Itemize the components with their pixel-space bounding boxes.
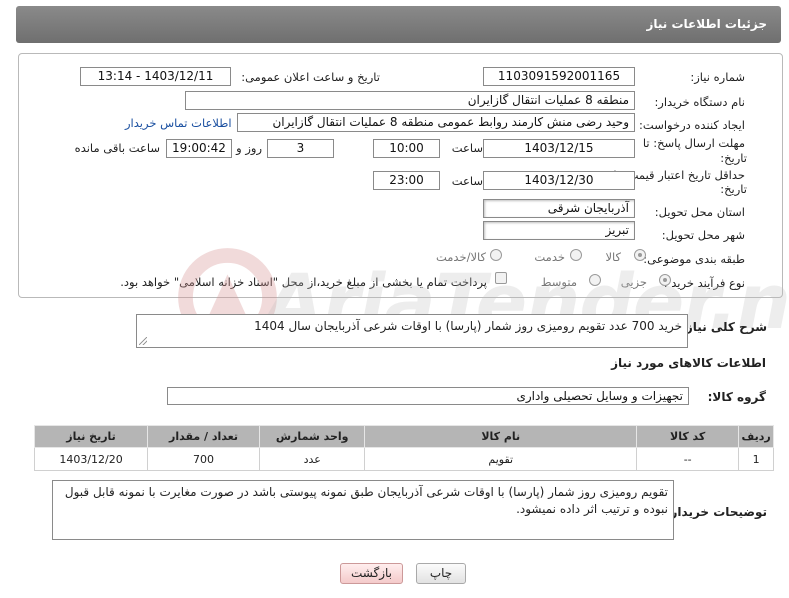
summary-textarea[interactable]: خرید 700 عدد تقویم رومیزی روز شمار (پارس… [136,314,688,348]
deadline-time-field[interactable]: 10:00 [373,139,440,158]
summary-text: خرید 700 عدد تقویم رومیزی روز شمار (پارس… [254,319,682,333]
goods-group-label: گروه کالا: [707,390,766,404]
validity-time-field[interactable]: 23:00 [373,171,440,190]
category-goods-radio[interactable] [634,249,646,261]
process-medium-radio[interactable] [589,274,601,286]
page-title: جزئیات اطلاعات نیاز [646,17,767,31]
city-field[interactable]: تبریز [483,221,635,240]
cell-qty: 700 [147,447,260,471]
table-row[interactable]: 1 -- تقویم عدد 700 1403/12/20 [33,447,774,471]
process-minor-radio[interactable] [659,274,671,286]
goods-table-header: ردیف کد کالا نام کالا واحد شمارش تعداد /… [33,425,774,448]
category-label: طبقه بندی موضوعی: [643,252,745,266]
print-button[interactable]: چاپ [416,563,466,584]
validity-time-label: ساعت [451,174,483,188]
deadline-date-field[interactable]: 1403/12/15 [483,139,635,158]
buyer-notes-label: توضیحات خریدار: [665,505,767,519]
remaining-time-label: ساعت باقی مانده [74,141,160,155]
deadline-time-label: ساعت [451,141,483,155]
page-header: جزئیات اطلاعات نیاز [16,6,781,43]
province-label: استان محل تحویل: [654,205,745,219]
requester-label: ایجاد کننده درخواست: [639,118,745,132]
cell-code: -- [636,447,740,471]
process-minor-label: جزیی [620,275,647,289]
need-number-field[interactable]: 1103091592001165 [483,67,635,86]
category-both-radio[interactable] [490,249,502,261]
announce-date-label: تاریخ و ساعت اعلان عمومی: [241,70,380,84]
buyer-notes-text: تقویم رومیزی روز شمار (پارسا) با اوقات ش… [64,485,668,516]
treasury-payment-checkbox[interactable] [495,272,507,284]
buyer-contact-link[interactable]: اطلاعات تماس خریدار [125,116,232,130]
goods-section-title: اطلاعات کالاهای مورد نیاز [611,356,766,370]
days-remaining-field[interactable]: 3 [267,139,334,158]
resize-handle-icon[interactable] [139,337,147,345]
goods-group-field[interactable]: تجهیزات و وسایل تحصیلی واداری [167,387,689,405]
col-unit-header: واحد شمارش [258,425,366,448]
category-both-label: کالا/خدمت [435,250,486,264]
category-service-radio[interactable] [570,249,582,261]
process-label: نوع فرآیند خرید : [663,276,745,290]
buyer-org-label: نام دستگاه خریدار: [654,95,745,109]
days-label: روز و [236,141,262,155]
cell-unit: عدد [258,447,366,471]
deadline-label-date: تاریخ: [720,151,747,165]
validity-date-field[interactable]: 1403/12/30 [483,171,635,190]
buyer-notes-textarea[interactable]: تقویم رومیزی روز شمار (پارسا) با اوقات ش… [52,480,674,540]
col-row-header: ردیف [738,425,774,448]
col-name-header: نام کالا [364,425,638,448]
deadline-label: مهلت ارسال پاسخ: تا [642,136,745,150]
goods-table: ردیف کد کالا نام کالا واحد شمارش تعداد /… [33,425,774,471]
buyer-org-field[interactable]: منطقه 8 عملیات انتقال گازایران [185,91,635,110]
cell-row: 1 [738,447,774,471]
need-number-label: شماره نیاز: [690,70,745,84]
process-medium-label: متوسط [540,275,577,289]
validity-label-date: تاریخ: [720,182,747,196]
announce-date-field[interactable]: 1403/12/11 - 13:14 [80,67,231,86]
remaining-time-field[interactable]: 19:00:42 [166,139,232,158]
cell-name: تقویم [364,447,638,471]
province-field[interactable]: آذربایجان شرقی [483,199,635,218]
city-label: شهر محل تحویل: [661,228,745,242]
back-button[interactable]: بازگشت [340,563,403,584]
treasury-payment-note: پرداخت تمام یا بخشی از مبلغ خرید،از محل … [120,275,487,289]
requester-field[interactable]: وحید رضی منش کارمند روابط عمومی منطقه 8 … [237,113,635,132]
cell-date: 1403/12/20 [33,447,149,471]
col-qty-header: تعداد / مقدار [147,425,260,448]
summary-label: شرح کلی نیاز: [681,320,767,334]
category-service-label: خدمت [534,250,565,264]
col-code-header: کد کالا [636,425,740,448]
category-goods-label: کالا [605,250,621,264]
col-date-header: تاریخ نیاز [33,425,149,448]
